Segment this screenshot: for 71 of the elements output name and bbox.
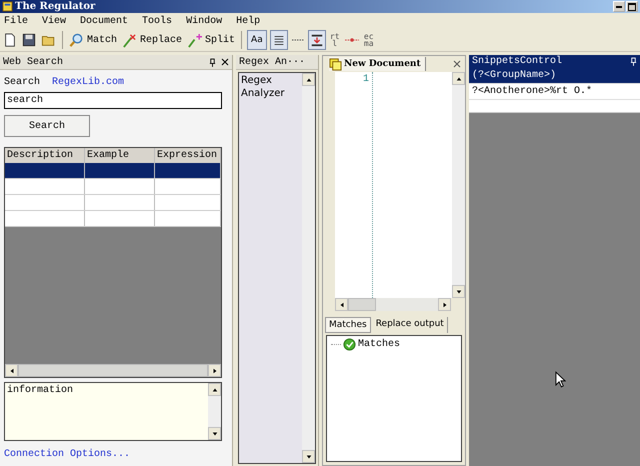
connection-options-link[interactable]: Connection Options... — [4, 449, 130, 460]
split-icon — [187, 32, 202, 48]
minimize-icon — [616, 6, 622, 8]
vertical-scrollbar[interactable] — [302, 73, 315, 463]
info-text: information — [6, 384, 74, 398]
output-tab[interactable]: Matches — [325, 317, 371, 333]
lines-icon — [272, 33, 286, 47]
down-arrow-icon[interactable] — [306, 454, 312, 460]
pin-icon[interactable] — [209, 58, 216, 66]
minimize-button[interactable] — [613, 1, 625, 12]
left-arrow-icon[interactable] — [8, 368, 14, 374]
panel-title: Web Search — [3, 56, 64, 68]
match-button[interactable]: Match — [68, 31, 118, 49]
menu-item[interactable]: Tools — [142, 16, 172, 26]
left-arrow-icon[interactable] — [338, 302, 344, 308]
snippet-item[interactable]: ?<Anotherone>%rt O.* — [469, 84, 640, 100]
tree-item[interactable]: Matches — [358, 339, 400, 350]
magnifier-icon — [69, 32, 84, 48]
lines-button[interactable] — [270, 30, 288, 50]
up-arrow-icon[interactable] — [212, 386, 218, 392]
floppy-icon — [22, 33, 36, 47]
check-icon — [343, 338, 356, 351]
up-arrow-icon[interactable] — [306, 76, 312, 82]
menu-item[interactable]: File — [4, 16, 28, 26]
editor[interactable]: 1 — [335, 72, 465, 298]
menu-item[interactable]: Help — [236, 16, 260, 26]
maximize-button[interactable] — [626, 1, 638, 12]
up-arrow-icon[interactable] — [456, 76, 462, 82]
toolbar-button[interactable]: rtl — [328, 31, 341, 49]
new-button[interactable] — [2, 31, 18, 49]
split-button[interactable]: Split — [186, 31, 236, 49]
search-button[interactable]: Search — [4, 115, 90, 137]
toolbar-button[interactable]: ecma — [362, 31, 375, 49]
search-label: Search — [4, 77, 40, 88]
maximize-icon — [628, 2, 636, 10]
regexlib-link[interactable]: RegexLib.com — [52, 77, 124, 88]
right-arrow-icon[interactable] — [442, 302, 448, 308]
insert-icon — [310, 33, 324, 47]
down-arrow-icon[interactable] — [212, 430, 218, 436]
search-field[interactable]: search — [4, 92, 222, 109]
menu-item[interactable]: View — [42, 16, 66, 26]
notes-icon — [329, 58, 342, 70]
close-icon[interactable] — [453, 60, 461, 68]
output-tab[interactable]: Replace output — [372, 317, 448, 333]
app-icon — [2, 1, 13, 12]
case-toggle-button[interactable]: Aa — [247, 30, 267, 50]
save-button[interactable] — [21, 31, 37, 49]
tree-item[interactable]: Regex Analyzer — [239, 73, 302, 463]
menu-item[interactable]: Document — [80, 16, 128, 26]
folder-icon — [41, 33, 56, 47]
panel-title: SnippetsControl — [472, 56, 564, 67]
dotted-line-icon — [344, 37, 359, 43]
down-arrow-icon[interactable] — [456, 288, 462, 294]
close-icon[interactable] — [221, 58, 229, 66]
wand-icon — [122, 32, 138, 48]
insert-button[interactable] — [308, 30, 326, 50]
vertical-scrollbar[interactable] — [208, 383, 221, 440]
vertical-scrollbar[interactable] — [452, 72, 465, 298]
horizontal-scrollbar[interactable] — [335, 298, 451, 311]
horizontal-scrollbar[interactable] — [5, 364, 221, 377]
window-title: The Regulator — [15, 1, 96, 12]
menu-item[interactable]: Window — [186, 16, 222, 26]
snippet-item[interactable]: (?<GroupName>) — [469, 68, 640, 84]
panel-title: Regex An··· — [239, 56, 306, 68]
mouse-pointer-icon — [555, 371, 566, 388]
replace-button[interactable]: Replace — [121, 31, 184, 49]
grid-row[interactable] — [5, 163, 221, 179]
document-tab[interactable]: New Document — [329, 57, 426, 71]
line-number: 1 — [362, 74, 369, 85]
right-arrow-icon[interactable] — [212, 368, 218, 374]
page-icon — [3, 33, 17, 47]
